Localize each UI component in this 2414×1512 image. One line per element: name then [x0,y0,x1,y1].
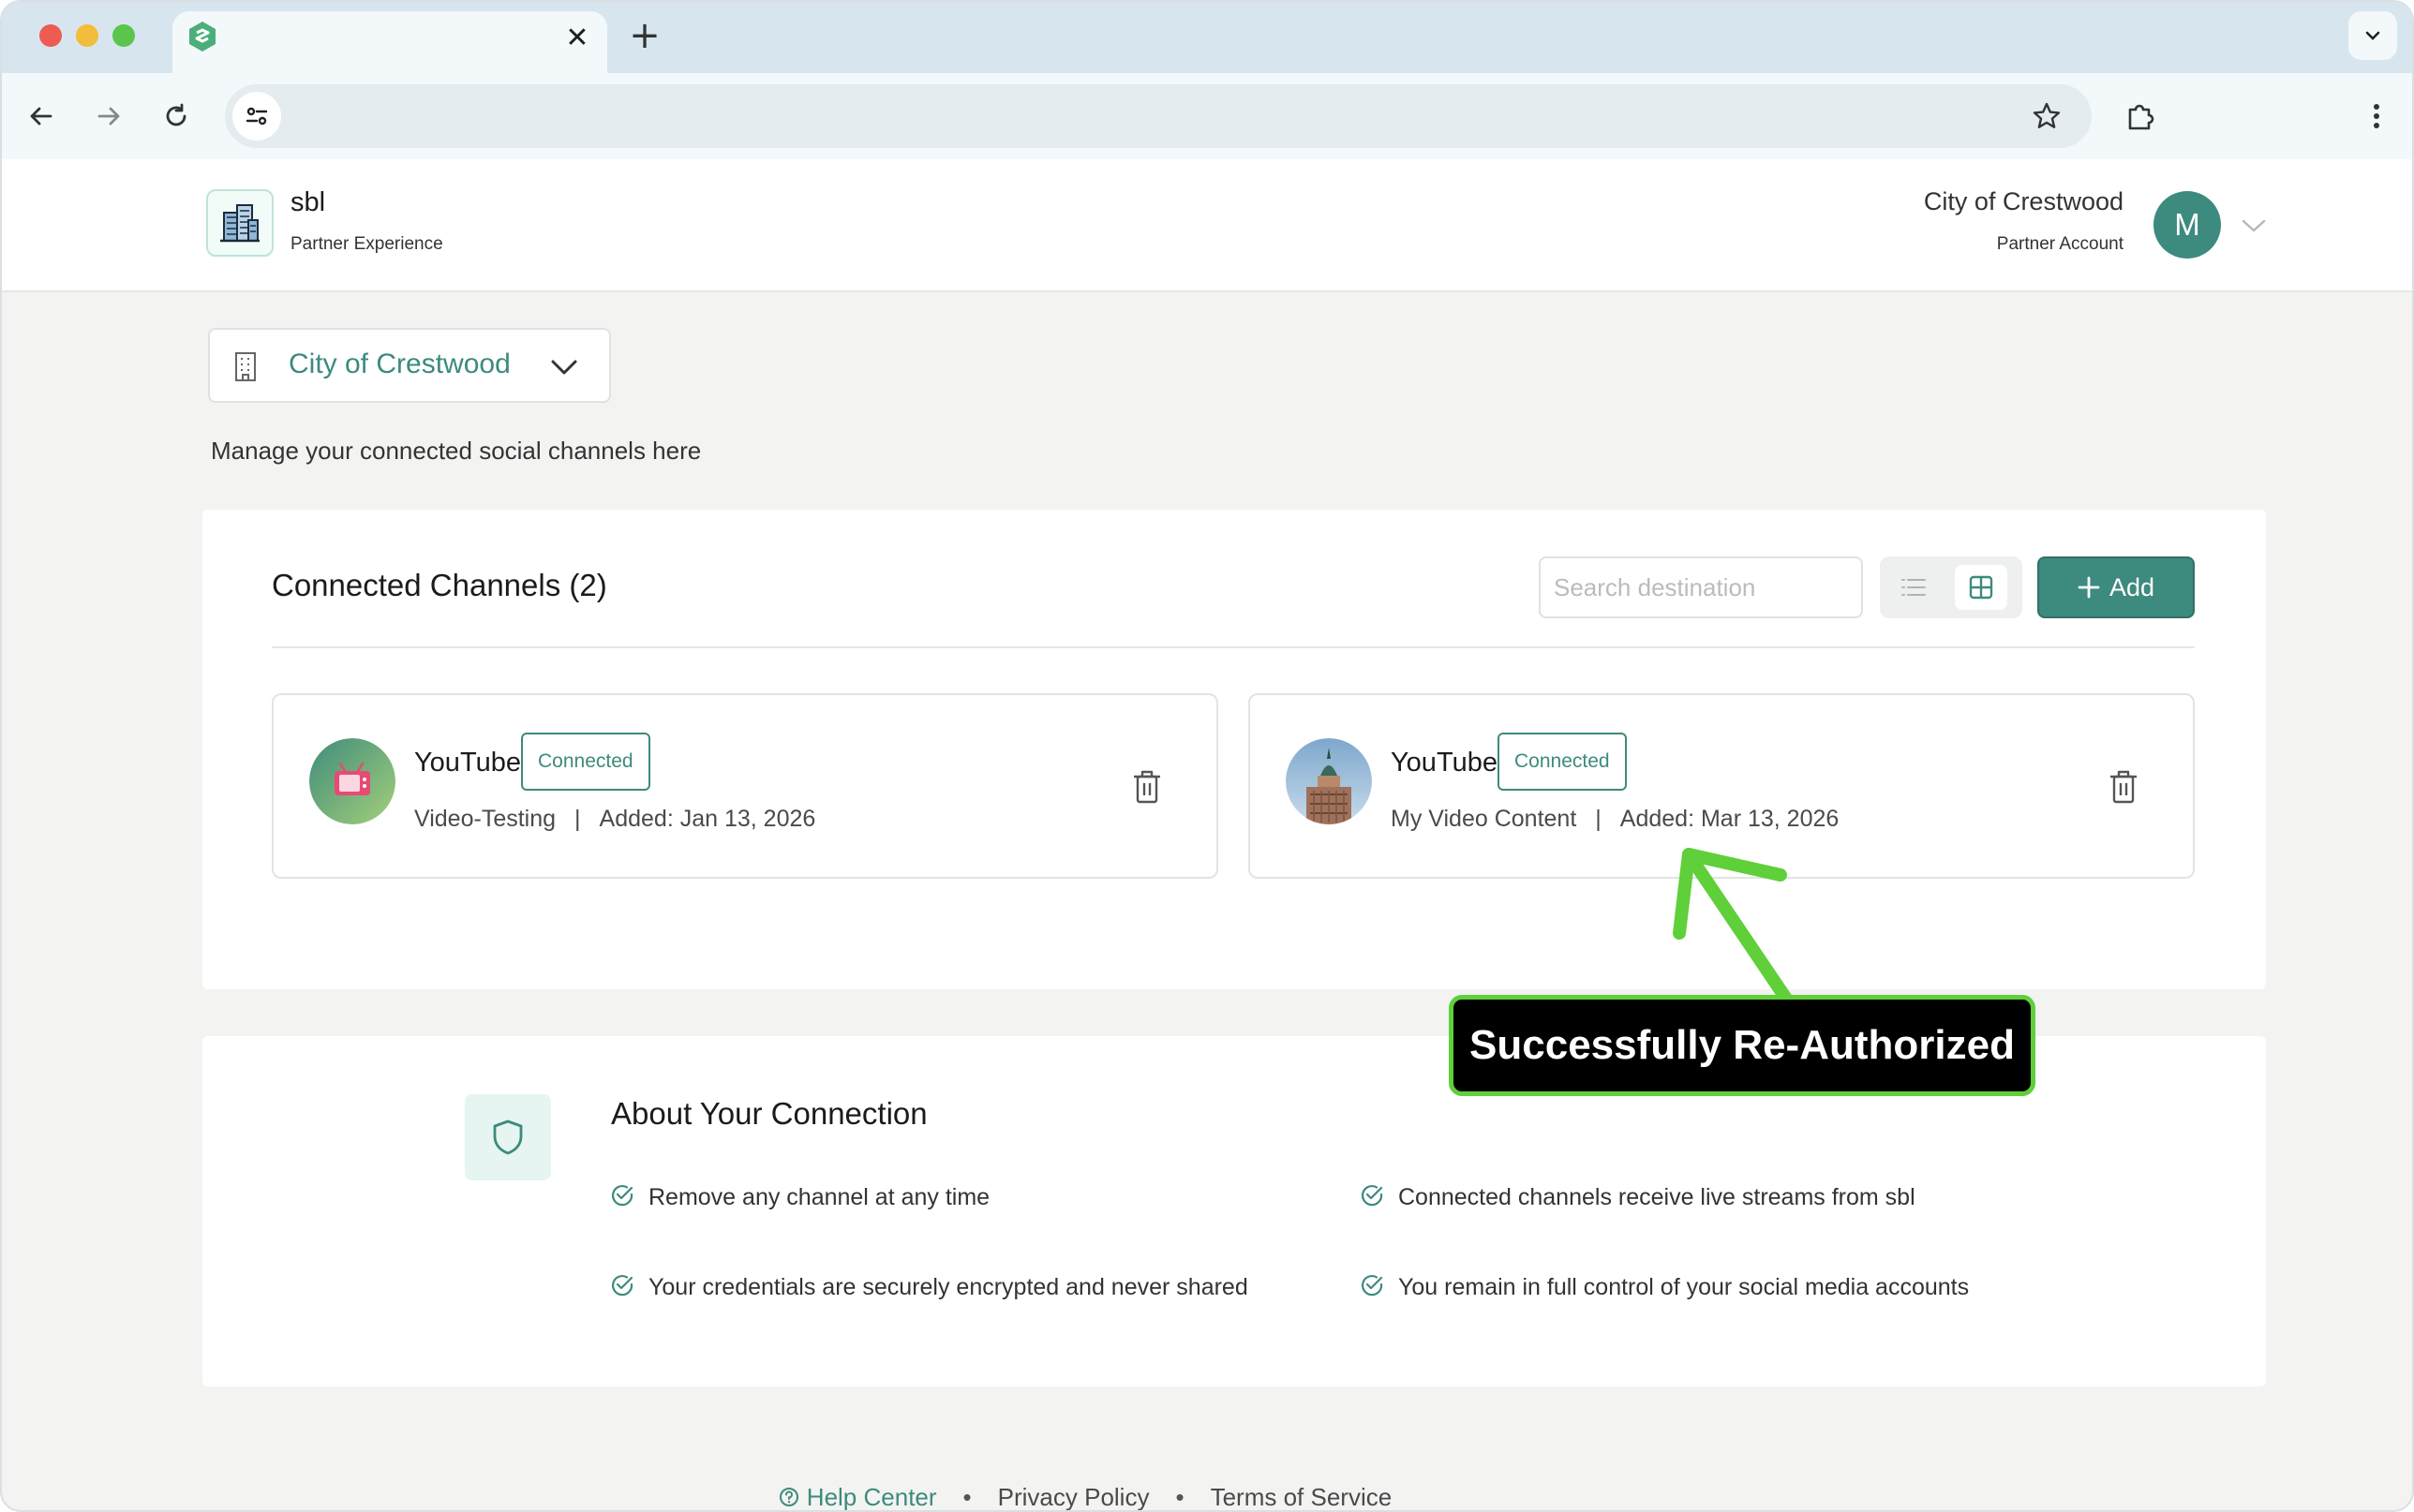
status-badge: Connected [521,733,650,791]
account-menu-chevron-icon[interactable] [2238,210,2270,242]
divider [272,646,2195,648]
footer-separator: • [1175,1482,1185,1511]
more-vertical-icon [2374,104,2379,128]
back-button[interactable] [19,94,64,139]
channel-name: Video-Testing [414,806,557,832]
arrow-right-icon [97,107,120,126]
star-icon [2033,102,2061,128]
list-icon [1901,579,1926,596]
grid-icon [1969,575,1993,600]
avatar[interactable]: M [2153,191,2221,259]
section-title: Connected Channels (2) [272,568,607,602]
channel-added-date: Added: Jan 13, 2026 [599,806,816,832]
privacy-policy-link[interactable]: Privacy Policy [998,1483,1150,1511]
view-toggle [1880,556,2022,618]
about-title: About Your Connection [611,1096,928,1131]
tab-close-button[interactable]: ✕ [560,21,594,54]
new-tab-button[interactable]: + [628,14,662,57]
chevron-down-icon [551,360,577,375]
add-channel-button[interactable]: Add [2037,556,2195,618]
organization-select[interactable]: City of Crestwood [208,328,611,403]
browser-window: ✕ + sbl Partner Experience City of Crest… [0,0,2414,1512]
channel-meta: Video-Testing | Added: Jan 13, 2026 [414,806,815,833]
check-circle-icon [1361,1185,1383,1207]
channel-platform: YouTube [1391,748,1498,778]
check-circle-icon [611,1275,633,1297]
extensions-button[interactable] [2118,94,2163,139]
tune-icon [246,107,268,126]
delete-channel-trash-icon[interactable] [1130,768,1164,806]
channel-name: My Video Content [1391,806,1577,832]
channel-thumbnail [1286,738,1372,824]
feature-item: Your credentials are securely encrypted … [609,1272,1248,1301]
tv-thumbnail-icon [309,738,395,824]
chevron-down-icon [2365,31,2380,40]
list-view-button[interactable] [1887,565,1940,610]
connected-channels-card: Connected Channels (2) Add [202,510,2266,989]
tab-strip: ✕ + [2,2,2412,73]
check-circle-icon [1361,1275,1383,1297]
address-bar[interactable] [225,84,2092,148]
feature-text: Your credentials are securely encrypted … [648,1274,1248,1300]
reload-icon [166,103,186,126]
channel-meta: My Video Content | Added: Mar 13, 2026 [1391,806,1839,833]
plus-icon [2078,576,2100,599]
puzzle-icon [2128,104,2154,130]
channel-card: YouTube Connected Video-Testing | Added: J… [272,693,1218,879]
feature-text: Remove any channel at any time [648,1184,991,1210]
footer: Help Center • Privacy Policy • Terms of … [2,1480,2412,1511]
brand-subtitle: Partner Experience [291,234,443,254]
account-subtitle: Partner Account [1996,234,2123,254]
channel-added-date: Added: Mar 13, 2026 [1619,806,1840,832]
footer-separator: • [962,1482,972,1511]
channel-platform: YouTube [414,748,521,778]
help-center-label: Help Center [806,1482,937,1511]
organization-select-value: City of Crestwood [289,348,511,379]
feature-text: You remain in full control of your socia… [1398,1274,1970,1300]
meta-separator: | [574,806,581,832]
feature-item: Remove any channel at any time [609,1182,990,1211]
building-icon [235,352,256,381]
browser-tab[interactable]: ✕ [172,11,607,73]
check-circle-icon [611,1185,633,1207]
help-center-link[interactable]: Help Center [779,1482,937,1511]
forward-button[interactable] [86,94,131,139]
shield-icon [493,1119,523,1155]
search-destination-input[interactable] [1539,556,1863,618]
brand-name: sbl [291,187,326,217]
delete-channel-trash-icon[interactable] [2107,768,2140,806]
feature-item: You remain in full control of your socia… [1359,1272,1969,1301]
feature-item: Connected channels receive live streams … [1359,1182,1915,1211]
add-channel-label: Add [2109,572,2155,601]
shield-badge [465,1094,551,1180]
maximize-window-button[interactable] [112,24,135,47]
intro-text: Manage your connected social channels he… [211,437,702,465]
building-logo-icon [220,204,260,243]
browser-toolbar [2,73,2412,159]
meta-separator: | [1595,806,1602,832]
tab-search-button[interactable] [2348,11,2397,60]
help-circle-icon [779,1488,798,1506]
arrow-left-icon [30,107,52,126]
channel-thumbnail [309,738,395,824]
site-info-button[interactable] [232,92,281,141]
terms-of-service-link[interactable]: Terms of Service [1211,1483,1393,1511]
account-name: City of Crestwood [1923,187,2123,215]
site-favicon-icon [189,22,216,52]
bookmark-button[interactable] [2024,94,2069,139]
annotation-arrow-icon [1673,848,1793,1004]
reload-button[interactable] [154,94,199,139]
close-window-button[interactable] [39,24,62,47]
feature-text: Connected channels receive live streams … [1398,1184,1915,1210]
minimize-window-button[interactable] [76,24,98,47]
building-photo-thumbnail-icon [1286,738,1372,824]
grid-view-button[interactable] [1955,565,2007,610]
annotation-label: Successfully Re-Authorized [1449,995,2035,1096]
status-badge: Connected [1498,733,1627,791]
app-header: sbl Partner Experience City of Crestwood… [2,159,2412,292]
browser-menu-button[interactable] [2354,94,2399,139]
brand-logo[interactable] [206,189,274,257]
